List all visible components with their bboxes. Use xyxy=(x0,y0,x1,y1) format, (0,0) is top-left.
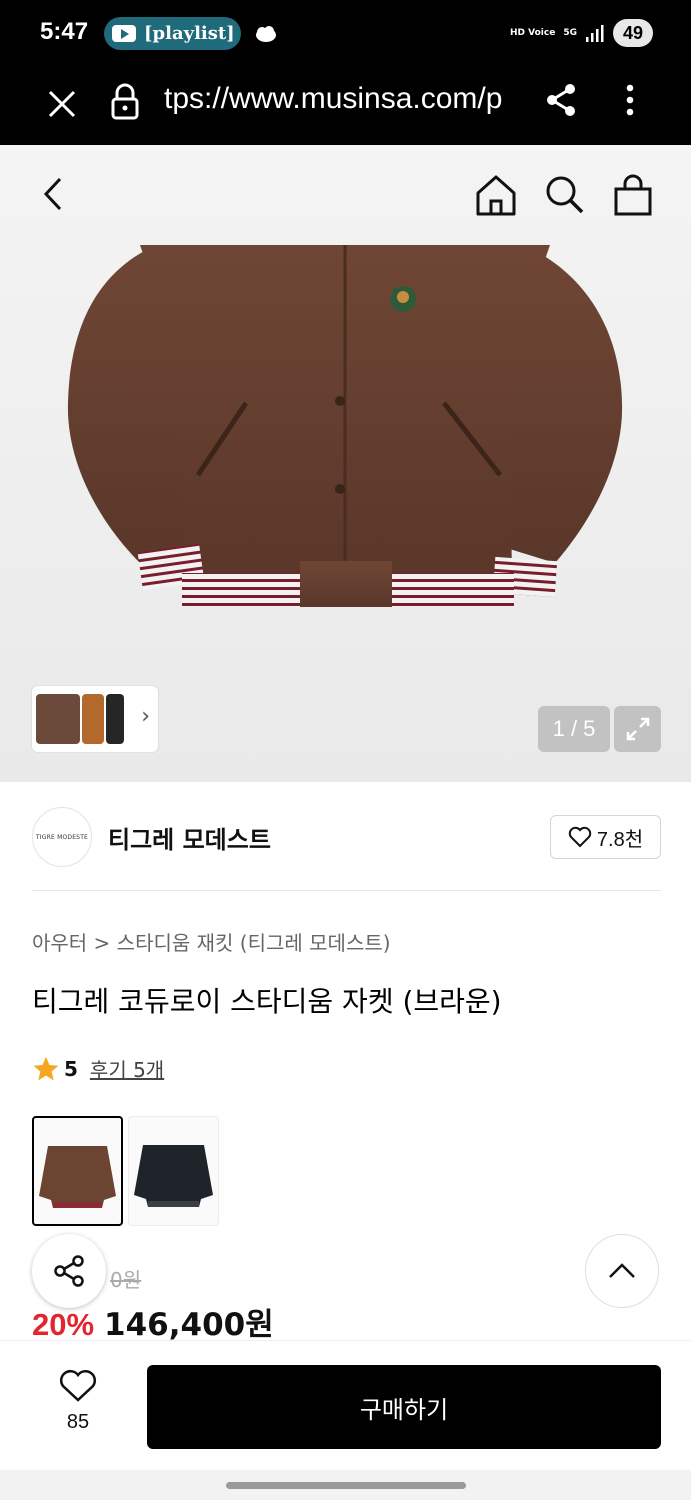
close-icon[interactable] xyxy=(44,86,80,122)
notification-label: [playlist] xyxy=(144,23,235,44)
status-icons: HD Voice 5G 49 xyxy=(510,19,653,47)
sale-price: 146,400원 xyxy=(104,1307,274,1343)
brand-like-count: 7.8천 xyxy=(596,828,644,851)
scroll-to-top-button[interactable] xyxy=(585,1234,659,1308)
brand-logo[interactable]: TIGRE MODESTE xyxy=(32,807,92,867)
navigation-bar xyxy=(0,1470,691,1500)
product-image-gallery[interactable]: › 1 / 5 xyxy=(0,145,691,782)
brand-name[interactable]: 티그레 모데스트 xyxy=(108,820,271,855)
cart-icon[interactable] xyxy=(612,173,654,217)
expand-button[interactable] xyxy=(614,706,661,752)
share-icon xyxy=(54,1255,84,1287)
review-link[interactable]: 후기 5개 xyxy=(90,1054,164,1083)
browser-url-bar: tps://www.musinsa.com/p xyxy=(0,68,691,145)
share-button[interactable] xyxy=(32,1234,106,1308)
lock-icon[interactable] xyxy=(110,83,140,121)
bottom-action-bar: 85 구매하기 xyxy=(0,1340,691,1470)
gallery-thumbnail-strip[interactable]: › xyxy=(32,686,158,752)
share-icon[interactable] xyxy=(544,82,578,118)
thumbnail-brown[interactable] xyxy=(36,694,80,744)
thumbnail-orange[interactable] xyxy=(82,694,104,744)
divider xyxy=(32,890,661,891)
discount-rate: 20% xyxy=(32,1307,95,1342)
brand-like-button[interactable]: 7.8천 xyxy=(550,815,661,859)
youtube-icon xyxy=(112,25,136,42)
product-jacket-image xyxy=(67,245,623,607)
youtube-notification-pill[interactable]: [playlist] xyxy=(104,17,241,50)
url-text[interactable]: tps://www.musinsa.com/p xyxy=(164,82,516,116)
expand-icon xyxy=(626,717,649,741)
chevron-up-icon xyxy=(609,1263,635,1278)
heart-icon xyxy=(60,1370,96,1402)
product-title: 티그레 코듀로이 스타디움 자켓 (브라운) xyxy=(32,985,502,1018)
home-icon[interactable] xyxy=(474,173,518,217)
thumbnail-next-arrow[interactable]: › xyxy=(141,704,150,729)
search-icon[interactable] xyxy=(543,173,585,215)
back-icon[interactable] xyxy=(38,175,70,213)
star-icon xyxy=(33,1056,59,1080)
product-rating: 5 후기 5개 xyxy=(32,1054,164,1083)
wishlist-count: 85 xyxy=(66,1411,90,1433)
status-time: 5:47 xyxy=(40,18,89,45)
home-indicator[interactable] xyxy=(226,1482,466,1489)
more-icon[interactable] xyxy=(618,82,642,118)
buy-button[interactable]: 구매하기 xyxy=(147,1365,661,1449)
category-breadcrumb[interactable]: 아우터 > 스타디움 재킷 (티그레 모데스트) xyxy=(32,927,391,956)
status-bar: 5:47 [playlist] HD Voice 5G 49 xyxy=(0,0,691,68)
signal-icon xyxy=(586,25,604,42)
thumbnail-black[interactable] xyxy=(106,694,124,744)
wishlist-button[interactable]: 85 xyxy=(50,1369,106,1434)
swatch-brown-jacket xyxy=(39,1146,116,1208)
5g-icon: 5G xyxy=(563,27,577,38)
hd-voice-icon: HD Voice xyxy=(510,27,556,38)
cloud-icon xyxy=(256,26,276,42)
swatch-black-jacket xyxy=(134,1145,213,1207)
rating-score: 5 xyxy=(64,1056,78,1081)
original-price: 0원 xyxy=(110,1268,142,1292)
color-option-black[interactable] xyxy=(128,1116,219,1226)
battery-indicator: 49 xyxy=(613,19,653,47)
image-counter: 1 / 5 xyxy=(538,706,610,752)
heart-icon xyxy=(568,826,592,848)
color-option-brown[interactable] xyxy=(32,1116,123,1226)
